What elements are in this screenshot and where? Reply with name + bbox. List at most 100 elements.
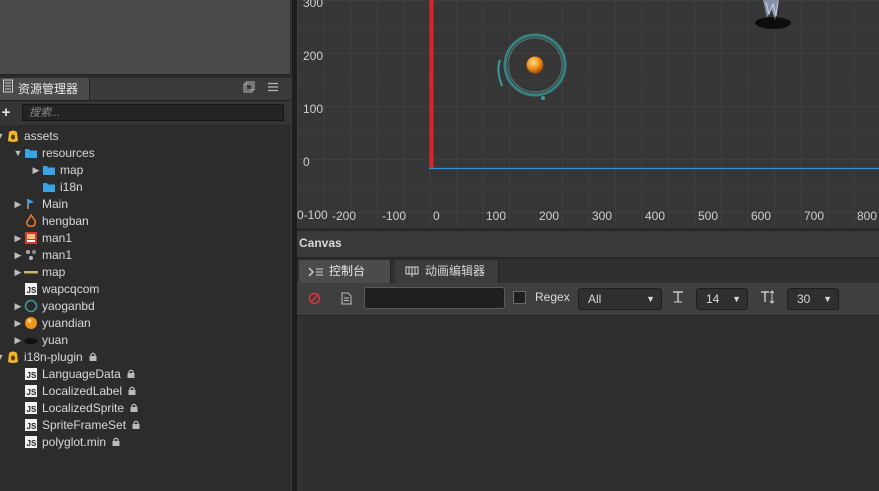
svg-text:JS: JS [27,405,37,414]
x-tick: 800 [857,209,878,223]
tree-item-label: man1 [42,248,73,262]
tree-item-label: hengban [42,214,89,228]
svg-text:JS: JS [27,388,37,397]
tree-item[interactable]: ▶ man1 [0,230,290,247]
expanded-arrow-icon[interactable]: ▼ [0,349,5,366]
svg-text:JS: JS [27,286,37,295]
y-tick-300: 300 [303,0,324,10]
tree-item[interactable]: i18n [0,179,290,196]
tree-item[interactable]: ▶ yuandian [0,315,290,332]
menu-icon[interactable] [265,81,281,96]
tree-item[interactable]: JS wapcqcom [0,281,290,298]
tree-item[interactable]: ▶ man1 [0,247,290,264]
tree-item[interactable]: ▶ map [0,264,290,281]
x-tick: 400 [645,209,666,223]
chevron-down-icon: ▼ [732,294,741,304]
lock-icon [127,366,135,383]
tree-item[interactable]: JS LanguageData [0,366,290,383]
line-height-select[interactable]: 30 ▼ [787,288,839,310]
tree-item-label: resources [42,146,95,160]
db-icon [6,350,20,364]
x-tick: 200 [539,209,560,223]
canvas-bar: Canvas [297,230,879,258]
character-sprite [755,0,791,29]
scene-view[interactable]: 300 200 100 0 0-100 -200 -100 0 100 200 … [297,0,879,228]
tree-item-label: yuan [42,333,69,347]
tree-item[interactable]: ▼ i18n-plugin [0,349,290,366]
js-file-icon: JS [24,401,38,415]
tree-item-label: LocalizedSprite [42,401,125,415]
tree-item-label: LocalizedLabel [42,384,123,398]
js-file-icon: JS [24,418,38,432]
tab-animation-editor[interactable]: 动画编辑器 [395,260,499,283]
collapsed-arrow-icon[interactable]: ▶ [13,298,23,315]
chevron-down-icon: ▼ [823,294,832,304]
tree-item-label: LanguageData [42,367,121,381]
tree-item[interactable]: hengban [0,213,290,230]
tree-item[interactable]: JS SpriteFrameSet [0,417,290,434]
clear-icon[interactable] [308,292,321,308]
tree-item[interactable]: ▶ Main [0,196,290,213]
collapsed-arrow-icon[interactable]: ▶ [13,247,23,264]
console-toolbar: Regex All ▼ 14 ▼ 30 ▼ [297,283,879,316]
collapsed-arrow-icon[interactable]: ▶ [13,315,23,332]
y-tick-200: 200 [303,49,324,63]
lock-icon [132,417,140,434]
tab-console-label: 控制台 [329,264,366,278]
expanded-arrow-icon[interactable]: ▼ [13,145,23,162]
shadow-icon [24,333,38,347]
scene-icon [24,197,38,211]
tree-item[interactable]: ▶ yuan [0,332,290,349]
list-icon [3,78,13,100]
x-tick: 300 [592,209,613,223]
collapsed-arrow-icon[interactable]: ▶ [31,162,41,179]
bottom-tabbar: 控制台 动画编辑器 [297,260,879,283]
x-tick: 700 [804,209,825,223]
regex-checkbox[interactable] [513,291,526,304]
assets-search-input[interactable] [22,104,284,121]
line-height-icon [760,290,775,307]
fire-icon [24,213,38,228]
folder-icon [42,180,56,194]
hierarchy-panel [0,0,290,75]
orb-icon [24,316,38,330]
assets-search-row: + [0,101,291,125]
tree-item[interactable]: JS polyglot.min [0,434,290,451]
tree-item-label: yuandian [42,316,91,330]
js-file-icon: JS [24,435,38,449]
collapsed-arrow-icon[interactable]: ▶ [13,230,23,247]
collapsed-arrow-icon[interactable]: ▶ [13,264,23,281]
tree-item-label: man1 [42,231,73,245]
tree-item[interactable]: ▼ assets [0,128,290,145]
tab-assets[interactable]: 资源管理器 [0,78,90,100]
font-size-select[interactable]: 14 ▼ [696,288,748,310]
lock-icon [128,383,136,400]
tree-item-label: wapcqcom [42,282,100,296]
tree-item[interactable]: ▶ map [0,162,290,179]
tab-console[interactable]: 控制台 [299,260,391,283]
console-filter-input[interactable] [364,287,505,309]
console-icon [308,260,324,283]
collapsed-arrow-icon[interactable]: ▶ [13,196,23,213]
file-icon[interactable] [341,292,352,308]
svg-text:JS: JS [27,371,37,380]
popout-icon[interactable] [241,81,257,96]
assets-tabbar: 资源管理器 [0,78,291,101]
console-output[interactable] [297,316,879,491]
tree-item-label: Main [42,197,69,211]
line-height-value: 30 [797,292,811,306]
tree-item[interactable]: JS LocalizedSprite [0,400,290,417]
collapsed-arrow-icon[interactable]: ▶ [13,332,23,349]
tree-item[interactable]: ▶ yaoganbd [0,298,290,315]
tree-item-label: map [42,265,66,279]
tree-item[interactable]: JS LocalizedLabel [0,383,290,400]
font-size-value: 14 [706,292,720,306]
tree-item-label: assets [24,129,59,143]
js-file-icon: JS [24,367,38,381]
lock-icon [130,400,138,417]
log-level-select[interactable]: All ▼ [578,288,662,310]
add-asset-button[interactable]: + [0,104,12,122]
expanded-arrow-icon[interactable]: ▼ [0,128,5,145]
tab-animation-editor-label: 动画编辑器 [425,264,486,278]
tree-item[interactable]: ▼ resources [0,145,290,162]
